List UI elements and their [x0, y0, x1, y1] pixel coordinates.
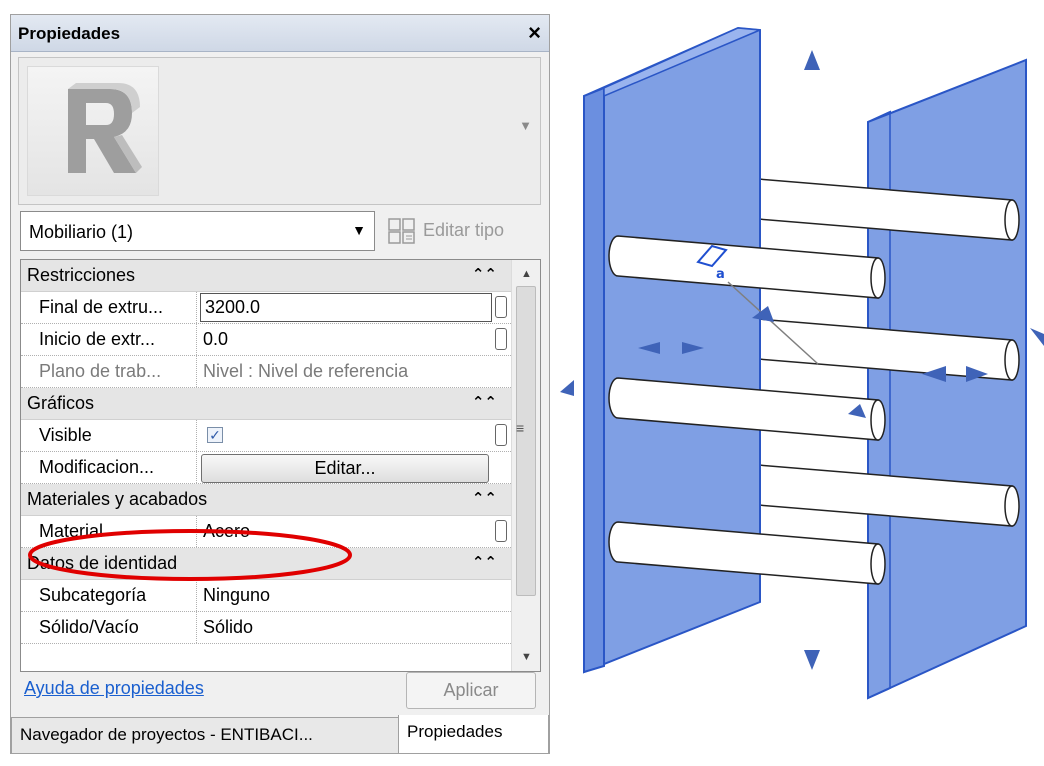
- group-header-restricciones[interactable]: Restricciones ⌃⌃: [21, 260, 511, 292]
- arrow-up-handle: [804, 50, 820, 70]
- revit-logo-icon: [27, 66, 159, 196]
- scroll-up-icon[interactable]: ▲: [521, 268, 532, 280]
- group-label: Restricciones: [27, 265, 136, 285]
- arrow-right-edge-handle: [1030, 328, 1044, 346]
- property-row[interactable]: Modificacion... Editar...: [21, 452, 511, 484]
- edit-type-button[interactable]: Editar tipo: [383, 211, 543, 251]
- property-key: Inicio de extr...: [21, 324, 197, 355]
- properties-palette: Propiedades × ▼ Mobiliario (1) ▼ Editar: [10, 14, 550, 754]
- property-value-input[interactable]: 3200.0: [200, 293, 492, 322]
- associate-parameter-button[interactable]: [495, 520, 507, 542]
- tab-project-browser[interactable]: Navegador de proyectos - ENTIBACI...: [11, 717, 399, 754]
- property-key: Visible: [21, 420, 197, 451]
- edit-type-icon: [387, 217, 417, 250]
- associate-parameter-button[interactable]: [495, 328, 507, 350]
- highlight-ellipse: [28, 529, 352, 581]
- apply-button[interactable]: Aplicar: [406, 672, 536, 709]
- help-link[interactable]: Ayuda de propiedades: [24, 678, 204, 699]
- property-row[interactable]: Final de extru... 3200.0: [21, 292, 511, 324]
- svg-text:a: a: [716, 267, 725, 282]
- property-key: Plano de trab...: [21, 356, 197, 387]
- properties-scrollbar[interactable]: ▲ ≡ ▼: [511, 260, 540, 671]
- associate-parameter-button[interactable]: [495, 296, 507, 318]
- grip-icon: ≡: [516, 420, 525, 436]
- property-value[interactable]: Sólido: [199, 612, 491, 643]
- type-selector[interactable]: Mobiliario (1) ▼: [20, 211, 375, 251]
- chevron-down-icon[interactable]: ▼: [352, 222, 366, 238]
- collapse-icon[interactable]: ⌃⌃: [472, 553, 497, 571]
- arrow-down-handle: [804, 650, 820, 670]
- visible-checkbox[interactable]: ✓: [207, 427, 223, 443]
- property-value[interactable]: 0.0: [199, 324, 491, 355]
- edit-type-label: Editar tipo: [423, 220, 505, 240]
- type-selector-value: Mobiliario (1): [29, 222, 134, 242]
- palette-titlebar[interactable]: Propiedades ×: [11, 15, 549, 52]
- scroll-down-icon[interactable]: ▼: [521, 651, 532, 663]
- property-row[interactable]: Sólido/Vacío Sólido: [21, 612, 511, 644]
- property-key: Sólido/Vacío: [21, 612, 197, 643]
- tab-properties[interactable]: Propiedades: [398, 715, 549, 754]
- property-key: Modificacion...: [21, 452, 197, 483]
- property-key: Final de extru...: [21, 292, 197, 323]
- property-row[interactable]: Visible ✓: [21, 420, 511, 452]
- palette-title: Propiedades: [18, 24, 121, 43]
- group-label: Gráficos: [27, 393, 95, 413]
- collapse-icon[interactable]: ⌃⌃: [472, 489, 497, 507]
- group-header-materiales[interactable]: Materiales y acabados ⌃⌃: [21, 484, 511, 516]
- group-label: Materiales y acabados: [27, 489, 208, 509]
- collapse-icon[interactable]: ⌃⌃: [472, 393, 497, 411]
- property-value: Nivel : Nivel de referencia: [203, 361, 409, 381]
- arrow-left-edge-handle: [560, 380, 574, 396]
- property-row[interactable]: Inicio de extr... 0.0: [21, 324, 511, 356]
- property-row: Plano de trab... Nivel : Nivel de refere…: [21, 356, 511, 388]
- 3d-viewport[interactable]: a: [556, 0, 1044, 761]
- preview-dropdown-icon[interactable]: ▼: [519, 118, 532, 133]
- scrollbar-thumb[interactable]: [516, 286, 536, 596]
- edit-visibility-button[interactable]: Editar...: [201, 454, 489, 483]
- close-icon[interactable]: ×: [528, 20, 541, 46]
- left-panel[interactable]: [583, 26, 761, 674]
- type-preview[interactable]: ▼: [18, 57, 541, 205]
- collapse-icon[interactable]: ⌃⌃: [472, 265, 497, 283]
- properties-grid: Restricciones ⌃⌃ Final de extru... 3200.…: [20, 259, 541, 672]
- group-header-graficos[interactable]: Gráficos ⌃⌃: [21, 388, 511, 420]
- associate-parameter-button[interactable]: [495, 424, 507, 446]
